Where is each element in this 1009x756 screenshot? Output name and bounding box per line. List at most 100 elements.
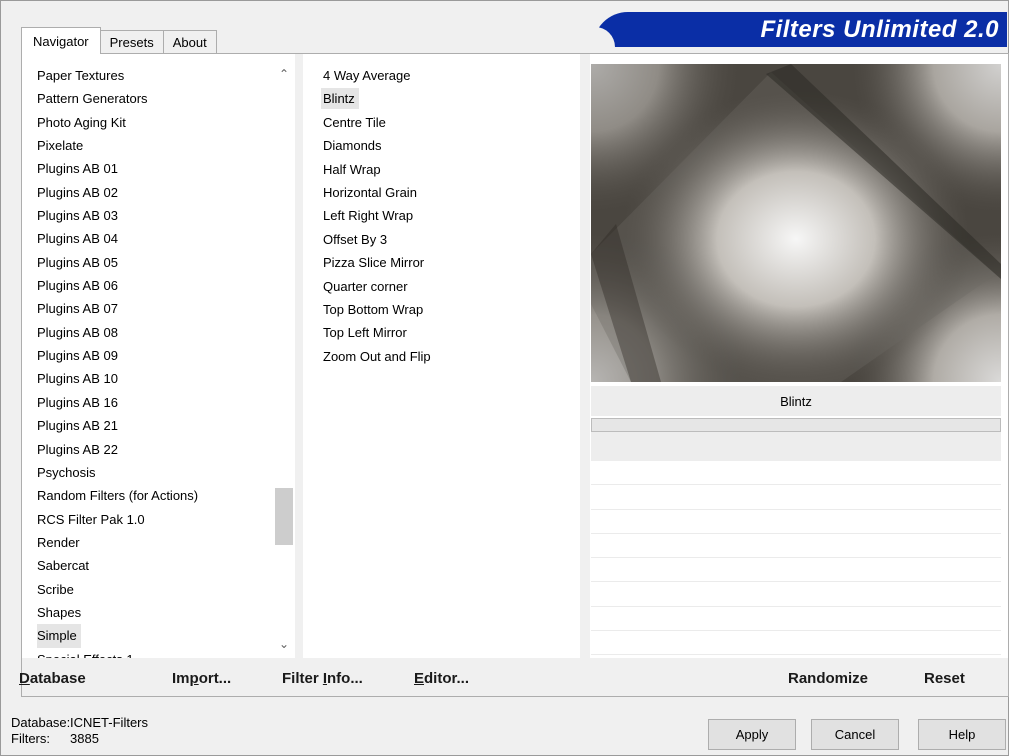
filter-item[interactable]: Pizza Slice Mirror — [323, 251, 573, 274]
filter-item-label: Pizza Slice Mirror — [323, 255, 425, 271]
editor-button-label: ditor... — [424, 670, 470, 687]
parameter-row — [591, 558, 1001, 583]
category-scrollbar[interactable]: ⌃ ⌄ — [273, 64, 295, 654]
filter-item[interactable]: Top Bottom Wrap — [323, 298, 573, 321]
filter-info-label: nfo... — [327, 670, 363, 687]
filter-item[interactable]: Top Left Mirror — [323, 321, 573, 344]
apply-button[interactable]: Apply — [708, 719, 796, 750]
category-item[interactable]: Scribe — [37, 578, 277, 601]
database-button-label: atabase — [29, 670, 86, 687]
import-button-label: ort... — [198, 670, 232, 687]
filter-item-label: Zoom Out and Flip — [323, 348, 431, 364]
category-item[interactable]: RCS Filter Pak 1.0 — [37, 508, 277, 531]
filter-item-label: Half Wrap — [323, 161, 381, 177]
filter-item-label: Blintz — [321, 88, 359, 110]
filter-item[interactable]: 4 Way Average — [323, 64, 573, 87]
tab-about[interactable]: About — [162, 30, 217, 54]
parameter-row — [591, 534, 1001, 559]
filter-preview-image — [591, 64, 1001, 382]
filter-item-label: Top Bottom Wrap — [323, 301, 424, 317]
preview-progress-bar — [591, 418, 1001, 432]
filter-item[interactable]: Quarter corner — [323, 275, 573, 298]
import-button-accel: p — [189, 670, 199, 687]
category-item[interactable]: Plugins AB 08 — [37, 321, 277, 344]
parameter-row — [591, 631, 1001, 656]
filters-count-value: 3885 — [70, 731, 99, 746]
category-item[interactable]: Plugins AB 05 — [37, 251, 277, 274]
filter-item[interactable]: Diamonds — [323, 134, 573, 157]
category-item[interactable]: Plugins AB 03 — [37, 204, 277, 227]
cancel-button[interactable]: Cancel — [811, 719, 899, 750]
filter-item-label: Offset By 3 — [323, 231, 388, 247]
category-item[interactable]: Plugins AB 02 — [37, 181, 277, 204]
parameter-row — [591, 510, 1001, 534]
parameter-area — [591, 461, 1001, 656]
chevron-up-icon[interactable]: ⌃ — [273, 64, 295, 84]
tab-bar: Navigator Presets About — [21, 27, 217, 54]
category-item[interactable]: Photo Aging Kit — [37, 111, 277, 134]
category-item[interactable]: Render — [37, 531, 277, 554]
database-button[interactable]: Database — [19, 670, 86, 687]
column-separator — [580, 54, 590, 658]
filter-item[interactable]: Blintz — [321, 87, 573, 110]
filter-item[interactable]: Left Right Wrap — [323, 204, 573, 227]
reset-button[interactable]: Reset — [924, 670, 965, 687]
editor-button[interactable]: Editor... — [414, 670, 469, 687]
category-item[interactable]: Plugins AB 16 — [37, 391, 277, 414]
help-button[interactable]: Help — [918, 719, 1006, 750]
filter-item-label: Centre Tile — [323, 114, 386, 130]
category-item[interactable]: Shapes — [37, 601, 277, 624]
category-item[interactable]: Plugins AB 21 — [37, 414, 277, 437]
filter-item[interactable]: Zoom Out and Flip — [323, 345, 573, 368]
filter-item-label: Quarter corner — [323, 278, 408, 294]
category-list[interactable]: Paper Textures Pattern Generators Photo Ag… — [37, 64, 277, 660]
category-item[interactable]: Pixelate — [37, 134, 277, 157]
filter-item-label: Left Right Wrap — [323, 208, 414, 224]
filter-item-label: 4 Way Average — [323, 68, 411, 83]
filter-item-label: Top Left Mirror — [323, 325, 407, 341]
category-item[interactable]: Plugins AB 06 — [37, 274, 277, 297]
category-item[interactable]: Simple — [37, 624, 81, 648]
parameter-row — [591, 485, 1001, 510]
category-item[interactable]: Plugins AB 04 — [37, 227, 277, 250]
filter-info-button[interactable]: Filter Info... — [282, 670, 363, 687]
database-value: ICNET-Filters — [70, 715, 148, 730]
filter-item-label: Horizontal Grain — [323, 184, 417, 200]
filter-item[interactable]: Half Wrap — [323, 158, 573, 181]
category-item[interactable]: Plugins AB 01 — [37, 157, 277, 180]
tab-presets[interactable]: Presets — [99, 30, 164, 54]
logo-text: Filters Unlimited 2.0 — [760, 15, 999, 43]
filter-info-label-pre: Filter — [282, 670, 323, 687]
column-separator — [295, 54, 303, 658]
parameter-row — [591, 607, 1001, 632]
randomize-button[interactable]: Randomize — [788, 670, 868, 687]
category-item[interactable]: Pattern Generators — [37, 87, 277, 110]
editor-button-accel: E — [414, 670, 425, 687]
filter-item-label: Diamonds — [323, 138, 382, 154]
status-area: Database: ICNET-Filters Filters: 3885 — [11, 715, 148, 747]
category-item[interactable]: Plugins AB 09 — [37, 344, 277, 367]
preview-filter-name: Blintz — [591, 386, 1001, 416]
filter-item[interactable]: Centre Tile — [323, 111, 573, 134]
category-item[interactable]: Plugins AB 22 — [37, 438, 277, 461]
import-button-label-pre: Im — [172, 670, 190, 687]
scrollbar-thumb[interactable] — [275, 488, 293, 545]
app-logo: Filters Unlimited 2.0 — [593, 12, 1007, 47]
category-item[interactable]: Random Filters (for Actions) — [37, 484, 277, 507]
filter-item[interactable]: Horizontal Grain — [323, 181, 573, 204]
preview-strip — [591, 432, 1001, 461]
category-item[interactable]: Psychosis — [37, 461, 277, 484]
category-item[interactable]: Plugins AB 10 — [37, 367, 277, 390]
category-item[interactable]: Paper Textures — [37, 64, 277, 87]
parameter-row — [591, 582, 1001, 607]
filters-count-label: Filters: — [11, 731, 50, 746]
import-button[interactable]: Import... — [172, 670, 231, 687]
category-item[interactable]: Plugins AB 07 — [37, 297, 277, 320]
chevron-down-icon[interactable]: ⌄ — [273, 634, 295, 654]
database-button-accel: D — [19, 670, 30, 687]
parameter-row — [591, 461, 1001, 486]
filter-item[interactable]: Offset By 3 — [323, 228, 573, 251]
category-item[interactable]: Sabercat — [37, 554, 277, 577]
filter-list[interactable]: 4 Way Average Blintz Centre Tile Diamonds Ha… — [321, 64, 573, 368]
tab-navigator[interactable]: Navigator — [21, 27, 101, 54]
